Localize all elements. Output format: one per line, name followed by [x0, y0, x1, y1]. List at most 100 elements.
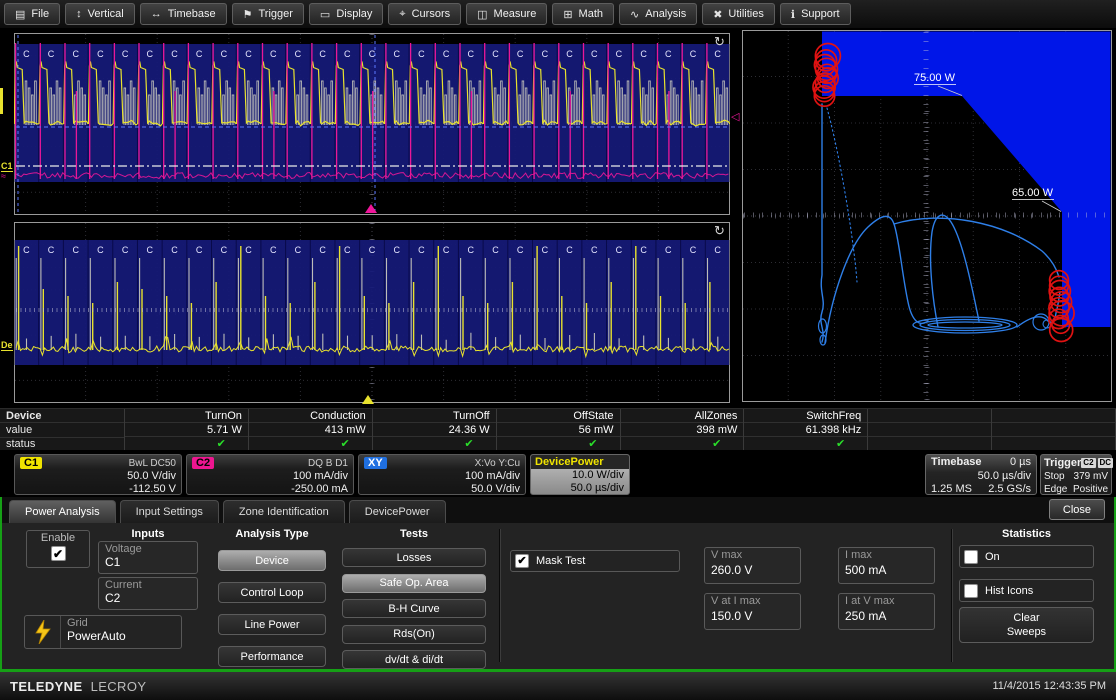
- svg-text:C: C: [295, 49, 302, 59]
- menu-item[interactable]: ∿ Analysis: [619, 3, 697, 25]
- current-label: Current: [105, 579, 191, 591]
- channel-descriptor-c2[interactable]: C2DQ B D1 100 mA/div -250.00 mA: [186, 454, 354, 495]
- svg-text:C: C: [443, 245, 450, 255]
- trigger-title: Trigger: [1044, 457, 1081, 469]
- limit-field[interactable]: I at V max 250 mA: [838, 593, 935, 630]
- option-button[interactable]: Device: [218, 550, 326, 571]
- hist-icons-checkbox[interactable]: [964, 584, 978, 598]
- svg-text:C: C: [23, 49, 30, 59]
- measurement-table: Device value status TurnOn 5.71 W ✔ Cond…: [0, 408, 1116, 452]
- measure-column[interactable]: SwitchFreq 61.398 kHz ✔: [744, 409, 868, 450]
- dialog-tab[interactable]: DevicePower: [349, 500, 446, 523]
- limit-value: 150.0 V: [711, 609, 794, 623]
- limit-field[interactable]: I max 500 mA: [838, 547, 935, 584]
- limit-field[interactable]: V at I max 150.0 V: [704, 593, 801, 630]
- measure-name: Conduction: [249, 409, 372, 423]
- trigger-descriptor[interactable]: TriggerC2DC Stop379 mV EdgePositive: [1040, 454, 1112, 495]
- measure-name: [868, 409, 991, 423]
- option-button[interactable]: dv/dt & di/dt: [342, 650, 486, 669]
- option-button[interactable]: Safe Op. Area: [342, 574, 486, 593]
- trigger-time-marker[interactable]: [362, 395, 374, 404]
- menu-item[interactable]: ▤ File: [4, 3, 60, 25]
- top-waveform-grid[interactable]: CCCCCCCCCCCCCCCCCCCCCCCCCCCCC: [14, 33, 730, 215]
- menu-item[interactable]: ⚑ Trigger: [232, 3, 304, 25]
- menu-item[interactable]: ↕ Vertical: [65, 3, 135, 25]
- channel-position-bar[interactable]: [0, 88, 3, 114]
- close-button[interactable]: Close: [1049, 499, 1105, 520]
- svg-text:C: C: [319, 49, 326, 59]
- menu-item[interactable]: ⌖ Cursors: [388, 3, 461, 25]
- voltage-input-field[interactable]: Voltage C1: [98, 541, 198, 574]
- clear-sweeps-button[interactable]: Clear Sweeps: [959, 607, 1094, 643]
- svg-text:C: C: [344, 49, 351, 59]
- c2-scale: 100 mA/div: [192, 470, 348, 483]
- statistics-on-checkbox[interactable]: [964, 550, 978, 564]
- measure-column[interactable]: [992, 409, 1116, 450]
- svg-text:C: C: [665, 245, 672, 255]
- limit-label: V at I max: [711, 595, 794, 607]
- hist-icons-control[interactable]: Hist Icons: [959, 579, 1094, 602]
- current-input-field[interactable]: Current C2: [98, 577, 198, 610]
- trigger-level: 379 mV: [1074, 470, 1108, 483]
- power-bolt-icon: [25, 616, 61, 648]
- measure-column[interactable]: AllZones 398 mW ✔: [621, 409, 745, 450]
- timebase-descriptor[interactable]: Timebase0 µs 50.0 µs/div 1.25 MS2.5 GS/s: [925, 454, 1037, 495]
- measure-column[interactable]: Conduction 413 mW ✔: [249, 409, 373, 450]
- menu-item[interactable]: ⊞ Math: [552, 3, 614, 25]
- option-button[interactable]: Line Power: [218, 614, 326, 635]
- menu-item-label: Vertical: [88, 8, 124, 20]
- menu-item[interactable]: ℹ Support: [780, 3, 851, 25]
- measure-row-label: value: [0, 423, 124, 438]
- hist-icons-label: Hist Icons: [985, 585, 1033, 597]
- channel-descriptor-c1[interactable]: C1BwL DC50 50.0 V/div -112.50 V: [14, 454, 182, 495]
- measure-column[interactable]: TurnOn 5.71 W ✔: [125, 409, 249, 450]
- mask-test-checkbox[interactable]: ✔: [515, 554, 529, 568]
- enable-control[interactable]: Enable ✔: [26, 530, 90, 568]
- option-button[interactable]: B-H Curve: [342, 599, 486, 618]
- svg-text:C: C: [72, 245, 79, 255]
- svg-text:C: C: [270, 245, 277, 255]
- rotate-grid-icon[interactable]: ↻: [714, 35, 725, 48]
- trigger-source-badge: C2: [1081, 458, 1095, 468]
- svg-text:C: C: [295, 245, 302, 255]
- c2-offset: -250.00 mA: [192, 483, 348, 496]
- trigger-level-arrow-icon[interactable]: ◁: [731, 112, 739, 123]
- descriptor-devicepower[interactable]: DevicePower 10.0 W/div 50.0 µs/div: [530, 454, 630, 495]
- bottom-waveform-grid[interactable]: CCCCCCCCCCCCCCCCCCCCCCCCCCCCC: [14, 222, 730, 403]
- statistics-on-control[interactable]: On: [959, 545, 1094, 568]
- dialog-tab[interactable]: Power Analysis: [9, 500, 116, 523]
- dialog-tab[interactable]: Input Settings: [120, 500, 219, 523]
- measure-column[interactable]: TurnOff 24.36 W ✔: [373, 409, 497, 450]
- channel-descriptor-xy[interactable]: XYX:Vo Y:Cu 100 mA/div 50.0 V/div: [358, 454, 526, 495]
- trace-label-devicepower[interactable]: De: [1, 340, 13, 351]
- analysis-type-buttons: Device Control Loop Line Power Performan…: [218, 550, 326, 678]
- measure-column[interactable]: OffState 56 mW ✔: [497, 409, 621, 450]
- menu-item[interactable]: ▭ Display: [309, 3, 383, 25]
- enable-checkbox[interactable]: ✔: [51, 546, 66, 561]
- menu-item[interactable]: ◫ Measure: [466, 3, 547, 25]
- option-button[interactable]: Control Loop: [218, 582, 326, 603]
- dialog-tab[interactable]: Zone Identification: [223, 500, 345, 523]
- oscilloscope-screen: ▤ File ↕ Vertical ↔ Timebase ⚑ Trigger ▭…: [0, 0, 1116, 700]
- grid-mode-field[interactable]: Grid PowerAuto: [24, 615, 182, 649]
- trigger-slope: Positive: [1073, 483, 1108, 496]
- measure-status-check: ✔: [621, 437, 744, 450]
- option-button[interactable]: Performance: [218, 646, 326, 667]
- option-button[interactable]: Losses: [342, 548, 486, 567]
- rotate-grid-icon[interactable]: ↻: [714, 224, 725, 237]
- cursor-position-marker[interactable]: [365, 204, 377, 213]
- enable-label: Enable: [41, 532, 75, 544]
- timebase-scale: 50.0 µs/div: [931, 470, 1031, 483]
- svg-text:C: C: [147, 49, 154, 59]
- limit-field[interactable]: V max 260.0 V: [704, 547, 801, 584]
- mask-test-control[interactable]: ✔ Mask Test: [510, 550, 680, 572]
- xy-soa-plot[interactable]: 75.00 W65.00 W: [742, 30, 1112, 402]
- svg-text:C: C: [665, 49, 672, 59]
- menu-item[interactable]: ✖ Utilities: [702, 3, 775, 25]
- menu-item-label: Utilities: [728, 8, 763, 20]
- svg-text:C: C: [48, 49, 55, 59]
- menu-item[interactable]: ↔ Timebase: [140, 3, 227, 25]
- svg-text:C: C: [714, 245, 721, 255]
- option-button[interactable]: Rds(On): [342, 625, 486, 644]
- measure-column[interactable]: [868, 409, 992, 450]
